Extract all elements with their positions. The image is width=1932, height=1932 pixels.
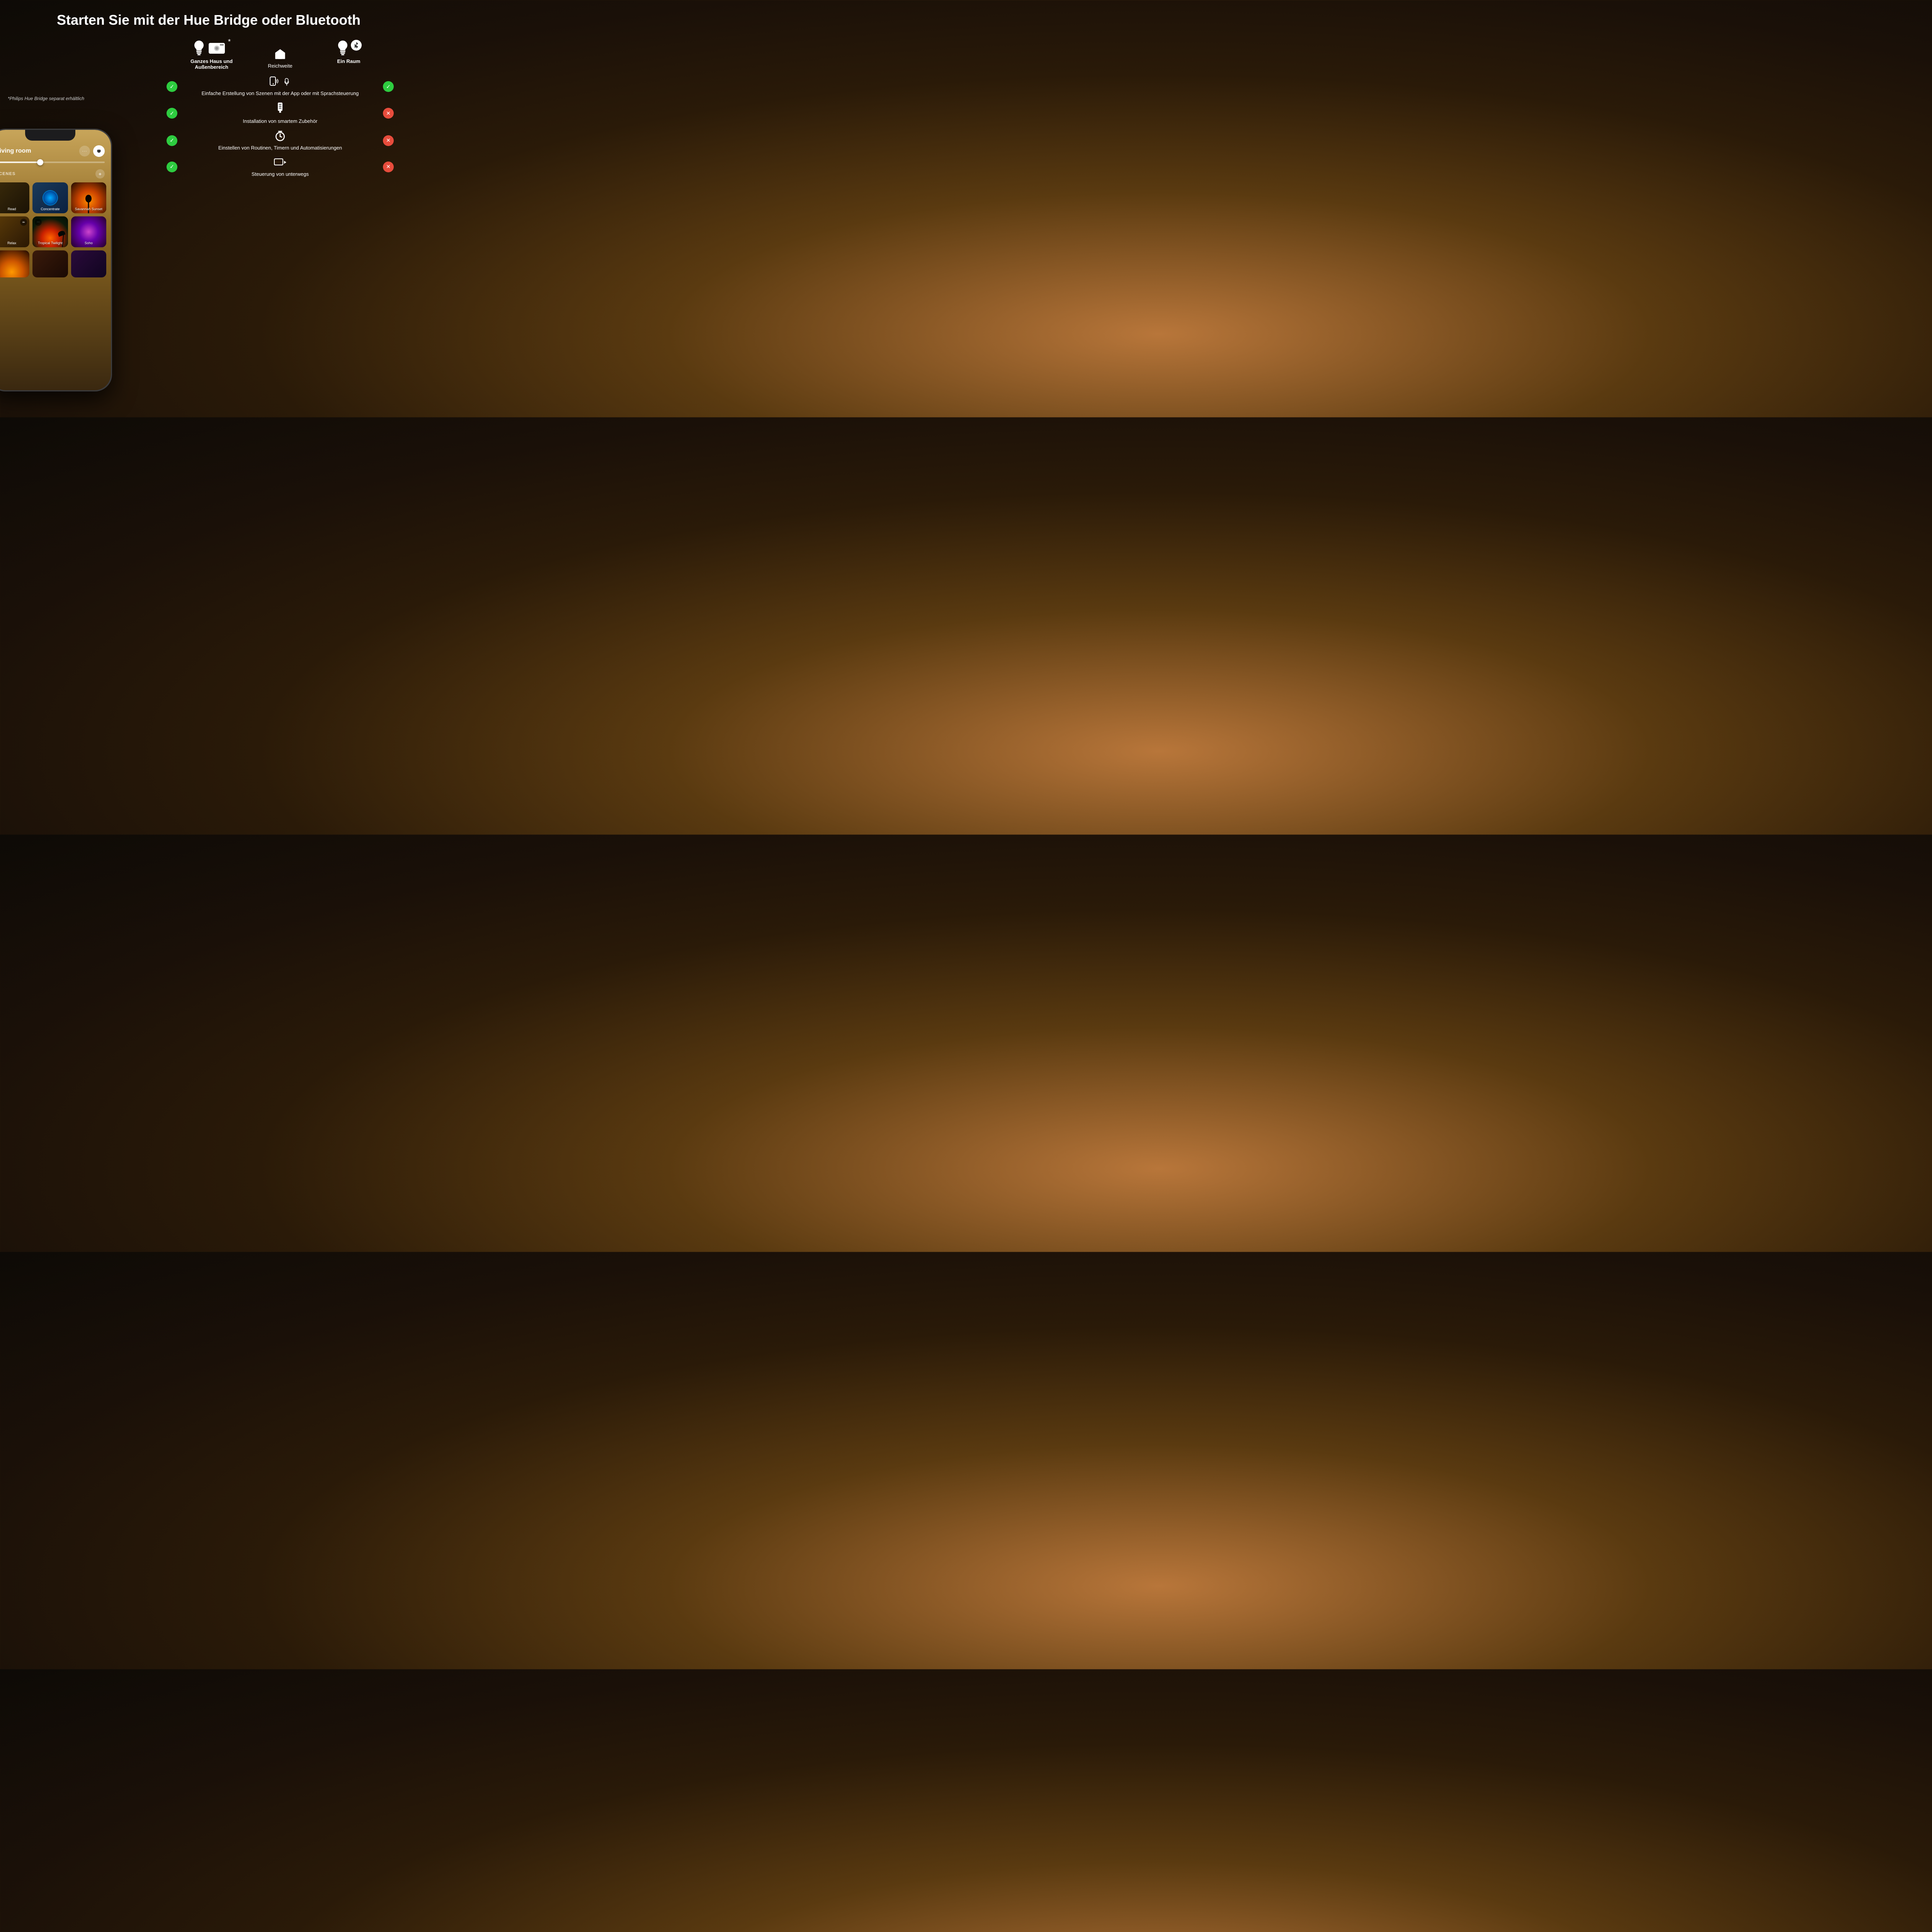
asterisk-mark: * [228, 38, 231, 46]
bottom-scenes-row [0, 250, 106, 277]
hue-bridge-label: Ganzes Haus und Außenbereich [185, 58, 239, 70]
scene-relax-label: Relax [0, 241, 27, 245]
scene-read[interactable]: Read [0, 182, 29, 213]
feature-3-left-check: ✓ [167, 135, 177, 146]
scene-savannah[interactable]: Savannah Sunset [71, 182, 106, 213]
bluetooth-icon [351, 40, 362, 51]
room-name-label: Living room [0, 148, 31, 155]
bridge-icon [207, 40, 226, 55]
range-label: Reichweite [268, 63, 293, 69]
concentrate-visual [43, 190, 58, 206]
page-container: Starten Sie mit der Hue Bridge oder Blue… [0, 0, 417, 417]
feature-1-right-check: ✓ [383, 81, 394, 92]
scene-relax[interactable]: ✏ Relax [0, 216, 29, 247]
scene-concentrate[interactable]: Concentrate [32, 182, 68, 213]
bridge-note: *Philips Hue Bridge separat erhältlich [8, 96, 84, 101]
feature-1-text: Einfache Erstellung von Szenen mit der A… [202, 90, 359, 97]
remote-icon [273, 156, 287, 168]
scenes-section-label: SCENES [0, 172, 15, 176]
power-button[interactable] [93, 145, 105, 157]
home-range-icon [274, 48, 287, 61]
feature-4-right-cross: ✕ [383, 162, 394, 172]
product-icons-section: * Ganzes Haus und Außenbereich Reichweit… [155, 40, 406, 70]
feature-row-3: ✓ Einstellen von Routinen, Timern und Au… [155, 130, 406, 151]
scene-savannah-label: Savannah Sunset [73, 207, 104, 211]
hue-bridge-product: * Ganzes Haus und Außenbereich [158, 40, 265, 70]
feature-row-2: ✓ Installation von smartem Zubehör [155, 102, 406, 125]
left-section: *Philips Hue Bridge separat erhältlich L… [0, 36, 147, 411]
feature-row-4: ✓ Steuerung von unterwegs ✕ [155, 156, 406, 178]
accessory-icon [274, 102, 286, 116]
feature-4-left-check: ✓ [167, 162, 177, 172]
page-title: Starten Sie mit der Hue Bridge oder Blue… [15, 12, 402, 28]
nfc-icons [268, 76, 293, 88]
bulb-icon [192, 40, 206, 56]
dots-button[interactable]: ··· [79, 146, 90, 156]
scene-read-label: Read [0, 207, 27, 211]
bottom-scene-2 [32, 250, 68, 277]
feature-3-text: Einstellen von Routinen, Timern und Auto… [218, 145, 342, 151]
timer-icon [274, 130, 286, 142]
brightness-slider[interactable] [0, 162, 105, 163]
feature-2-right-cross: ✕ [383, 108, 394, 119]
scene-soho[interactable]: Soho [71, 216, 106, 247]
scene-tropical[interactable]: ··· Tropical Twilight [32, 216, 68, 247]
scenes-grid: Read Concentrate [0, 182, 106, 247]
tap-phone-icon [268, 76, 279, 88]
feature-3-right-cross: ✕ [383, 135, 394, 146]
header: Starten Sie mit der Hue Bridge oder Blue… [0, 0, 417, 36]
scene-concentrate-label: Concentrate [32, 207, 68, 211]
scene-tropical-label: Tropical Twilight [35, 241, 65, 245]
bottom-scene-3 [71, 250, 106, 277]
phone-frame: Living room ··· [0, 129, 112, 391]
range-section: Reichweite [265, 40, 296, 69]
phone-notch [25, 130, 75, 141]
voice-icon [281, 76, 293, 88]
feature-4-text: Steuerung von unterwegs [252, 171, 309, 178]
scene-soho-label: Soho [73, 241, 104, 245]
add-scene-button[interactable]: + [95, 169, 105, 179]
comparison-section: ✓ [155, 76, 406, 407]
bluetooth-bulb-icon [336, 40, 349, 56]
right-section: * Ganzes Haus und Außenbereich Reichweit… [147, 36, 417, 411]
bottom-scene-1 [0, 250, 29, 277]
phone-screen: Living room ··· [0, 130, 111, 390]
bluetooth-icons [336, 40, 362, 56]
feature-2-left-check: ✓ [167, 108, 177, 119]
feature-row-1: ✓ [155, 76, 406, 97]
bluetooth-product: Ein Raum [296, 40, 402, 64]
edit-icon[interactable]: ✏ [20, 219, 27, 226]
feature-2-text: Installation von smartem Zubehör [243, 118, 318, 125]
hue-bridge-icons: * [192, 40, 231, 56]
bluetooth-label: Ein Raum [337, 58, 361, 64]
feature-1-left-check: ✓ [167, 81, 177, 92]
phone-mockup: Living room ··· [0, 129, 131, 417]
